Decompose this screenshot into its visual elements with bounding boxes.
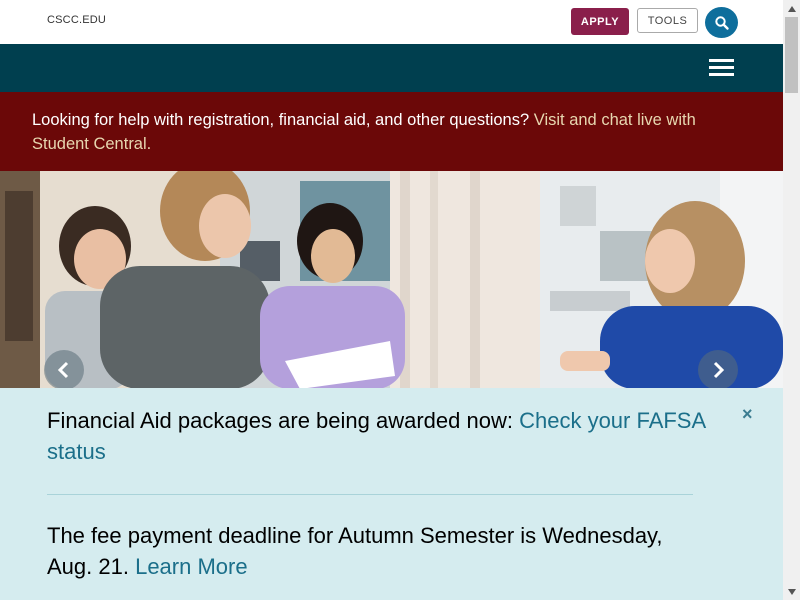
- scroll-up-arrow[interactable]: [783, 0, 800, 17]
- search-icon: [714, 15, 729, 30]
- hero-image: [0, 171, 783, 389]
- alert-banner: Looking for help with registration, fina…: [0, 92, 783, 171]
- main-nav-bar: [0, 44, 783, 92]
- top-bar: CSCC.EDU APPLY TOOLS: [0, 0, 783, 44]
- tools-button[interactable]: TOOLS: [637, 8, 698, 33]
- hamburger-icon[interactable]: [709, 59, 735, 77]
- apply-button[interactable]: APPLY: [571, 8, 629, 35]
- scrollbar-thumb[interactable]: [785, 17, 798, 93]
- notice-divider: [47, 494, 693, 495]
- carousel-next-button[interactable]: [698, 350, 738, 389]
- notice-fafsa: Financial Aid packages are being awarded…: [47, 405, 707, 467]
- alert-message: Looking for help with registration, fina…: [32, 108, 732, 156]
- chevron-left-icon: [57, 361, 69, 379]
- learn-more-link[interactable]: Learn More: [135, 554, 248, 579]
- carousel-prev-button[interactable]: [44, 350, 84, 389]
- chevron-right-icon: [713, 361, 725, 379]
- alert-text: Looking for help with registration, fina…: [32, 111, 530, 129]
- scroll-down-arrow[interactable]: [783, 583, 800, 600]
- page-scrollbar[interactable]: [783, 0, 800, 600]
- hero-carousel: [0, 171, 783, 389]
- triangle-down-icon: [787, 588, 796, 595]
- close-icon[interactable]: ×: [742, 404, 753, 425]
- notice-fee-deadline: The fee payment deadline for Autumn Seme…: [47, 520, 707, 582]
- notice-text: Financial Aid packages are being awarded…: [47, 408, 513, 433]
- triangle-up-icon: [787, 5, 796, 12]
- site-home-link[interactable]: CSCC.EDU: [47, 14, 106, 26]
- search-button[interactable]: [705, 7, 738, 38]
